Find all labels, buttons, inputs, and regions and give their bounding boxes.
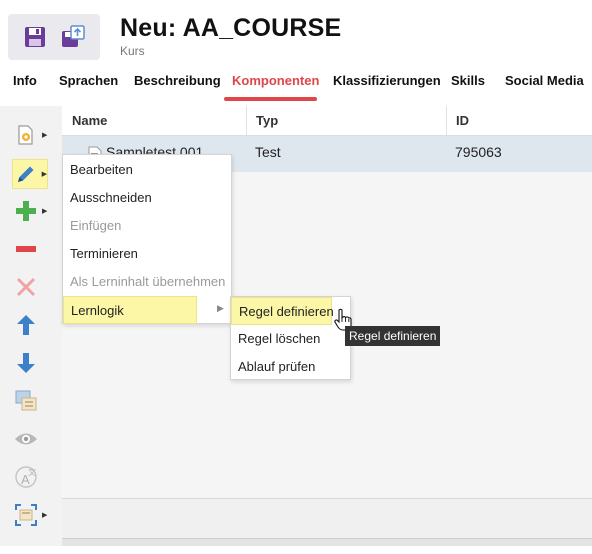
lernlogik-submenu: Regel definieren Regel löschen Ablauf pr… <box>230 296 351 380</box>
save-button-group <box>8 14 100 60</box>
table-footer <box>62 498 592 538</box>
column-divider[interactable] <box>246 106 247 136</box>
delete-x-icon <box>12 273 40 301</box>
svg-text:文: 文 <box>28 467 36 477</box>
page-subtitle: Kurs <box>120 44 145 58</box>
add-plus-icon <box>12 197 40 225</box>
tab-beschreibung[interactable]: Beschreibung <box>134 73 221 88</box>
move-up-icon <box>12 311 40 339</box>
edit-pencil-icon <box>13 160 40 188</box>
save-copy-icon <box>62 25 85 47</box>
column-divider[interactable] <box>446 106 447 136</box>
tab-klassifizierungen[interactable]: Klassifizierungen <box>333 73 441 88</box>
tab-komponenten[interactable]: Komponenten <box>232 73 319 88</box>
header: Neu: AA_COURSE Kurs <box>0 0 592 66</box>
translate-icon: A 文 <box>12 463 40 491</box>
move-up-button[interactable] <box>12 310 48 340</box>
save-icon <box>25 27 45 47</box>
row-id: 795063 <box>455 144 502 160</box>
table-header: Name Typ ID <box>62 106 592 136</box>
tab-social-media[interactable]: Social Media <box>505 73 584 88</box>
component-toolbar: ▶ ▶ ▶ A 文 ▶ <box>0 106 62 546</box>
menu-item-bearbeiten[interactable]: Bearbeiten <box>63 156 231 184</box>
chevron-right-icon: ▶ <box>42 208 48 215</box>
chevron-right-icon: ▶ <box>42 132 48 139</box>
tab-skills[interactable]: Skills <box>451 73 485 88</box>
column-header-id[interactable]: ID <box>456 113 469 128</box>
page-title: Neu: AA_COURSE <box>120 14 342 42</box>
menu-item-als-lerninhalt: Als Lerninhalt übernehmen <box>70 274 226 289</box>
copy-stack-icon <box>12 387 40 415</box>
context-menu: Bearbeiten Ausschneiden Einfügen Termini… <box>62 154 232 324</box>
column-header-typ[interactable]: Typ <box>256 113 278 128</box>
move-down-button[interactable] <box>12 348 48 378</box>
translate-button[interactable]: A 文 <box>12 462 48 492</box>
remove-minus-icon <box>12 235 40 263</box>
submenu-arrow-icon: ▶ <box>217 303 224 313</box>
tab-sprachen[interactable]: Sprachen <box>59 73 118 88</box>
tab-bar: Info Sprachen Beschreibung Komponenten K… <box>0 66 592 102</box>
menu-item-ausschneiden[interactable]: Ausschneiden <box>63 184 231 212</box>
tooltip: Regel definieren <box>345 326 441 346</box>
copy-button[interactable] <box>12 386 48 416</box>
chevron-right-icon: ▶ <box>41 171 47 178</box>
delete-button[interactable] <box>12 272 48 302</box>
save-copy-button[interactable] <box>58 22 88 52</box>
menu-item-terminieren[interactable]: Terminieren <box>63 240 231 268</box>
preview-button[interactable] <box>12 424 48 454</box>
submenu-item-regel-definieren[interactable]: Regel definieren <box>231 297 334 325</box>
menu-item-einfuegen: Einfügen <box>70 218 122 233</box>
remove-button[interactable] <box>12 234 48 264</box>
add-button[interactable]: ▶ <box>12 196 48 226</box>
row-typ: Test <box>255 144 281 160</box>
active-tab-indicator <box>224 97 317 101</box>
scan-button[interactable]: ▶ <box>12 500 48 530</box>
menu-item-lernlogik[interactable]: Lernlogik <box>63 296 197 324</box>
submenu-item-regel-loeschen[interactable]: Regel löschen <box>231 325 350 353</box>
submenu-item-ablauf-pruefen[interactable]: Ablauf prüfen <box>231 353 350 381</box>
column-header-name[interactable]: Name <box>72 113 107 128</box>
add-document-icon <box>12 121 40 149</box>
chevron-right-icon: ▶ <box>42 512 48 519</box>
save-button[interactable] <box>20 22 50 52</box>
scan-icon <box>12 501 40 529</box>
edit-button[interactable]: ▶ <box>12 159 48 189</box>
add-document-button[interactable]: ▶ <box>12 120 48 150</box>
horizontal-scrollbar[interactable] <box>62 538 592 546</box>
tab-info[interactable]: Info <box>13 73 37 88</box>
preview-eye-icon <box>12 425 40 453</box>
move-down-icon <box>12 349 40 377</box>
